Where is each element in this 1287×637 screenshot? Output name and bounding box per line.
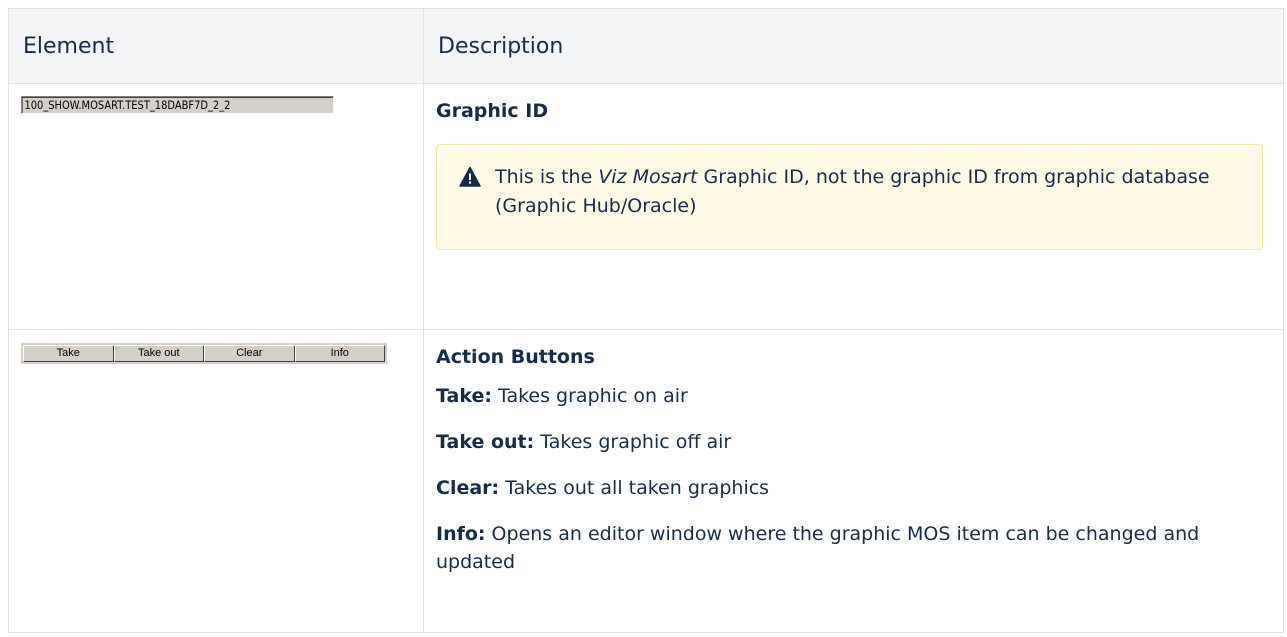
table-row: Take Take out Clear Info Action Buttons … [8,329,1284,633]
warning-icon [459,166,481,187]
element-cell: 100_SHOW.MOSART.TEST_18DABF7D_2_2 [8,83,424,330]
list-item: Clear: Takes out all taken graphics [436,474,1283,502]
item-text: Takes graphic on air [491,385,688,407]
column-header-description: Description [423,8,1284,84]
warning-text-product: Viz Mosart [598,166,698,188]
description-cell: Graphic ID This is the Viz Mosart Graphi… [423,83,1284,330]
description-cell: Action Buttons Take: Takes graphic on ai… [423,329,1284,633]
item-term: Clear: [436,477,500,499]
graphic-id-heading: Graphic ID [436,100,549,122]
item-text: Opens an editor window where the graphic… [436,523,1200,573]
graphic-id-field-screenshot: 100_SHOW.MOSART.TEST_18DABF7D_2_2 [21,96,335,114]
element-cell: Take Take out Clear Info [8,329,424,633]
item-term: Take: [436,385,492,407]
clear-button-image: Clear [204,345,295,362]
warning-panel: This is the Viz Mosart Graphic ID, not t… [436,144,1263,250]
list-item: Take out: Takes graphic off air [436,428,1283,456]
item-term: Info: [436,523,486,545]
action-buttons-screenshot: Take Take out Clear Info [21,343,387,364]
take-button-image: Take [23,345,114,362]
list-item: Info: Opens an editor window where the g… [436,520,1283,576]
info-button-image: Info [294,345,385,362]
table-header-row: Element Description [8,8,1284,84]
list-item: Take: Takes graphic on air [436,382,1283,410]
item-term: Take out: [436,431,535,453]
column-header-element: Element [8,8,424,84]
item-text: Takes graphic off air [534,431,732,453]
take-out-button-image: Take out [113,345,204,362]
table-row: 100_SHOW.MOSART.TEST_18DABF7D_2_2 Graphi… [8,83,1284,330]
element-description-table: Element Description 100_SHOW.MOSART.TEST… [8,8,1284,633]
warning-text: This is the Viz Mosart Graphic ID, not t… [495,163,1242,249]
warning-text-part: This is the [495,166,599,188]
action-buttons-heading: Action Buttons [436,346,595,368]
item-text: Takes out all taken graphics [499,477,770,499]
